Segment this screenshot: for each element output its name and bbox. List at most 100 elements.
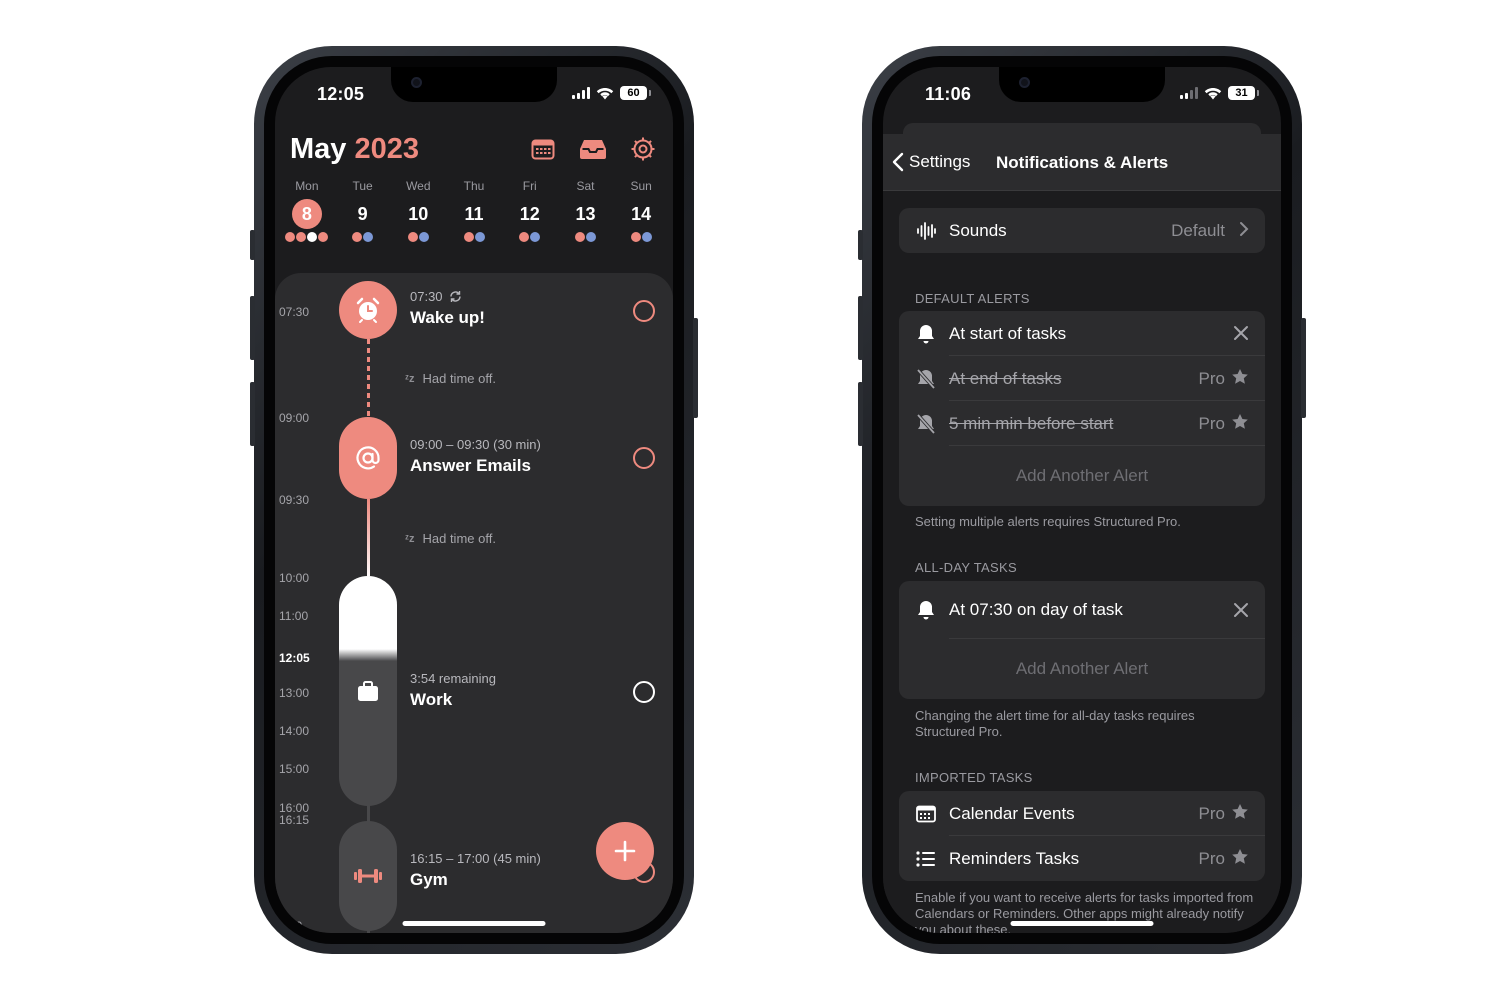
calendar-header: May 2023 Mon 8 Tue 9 Wed 10 Thu 11 Fri 1… <box>275 123 673 273</box>
day-wed[interactable]: Wed 10 <box>390 179 446 242</box>
day-sat[interactable]: Sat 13 <box>558 179 614 242</box>
at-sign-icon <box>356 446 380 470</box>
calendar-grid-icon[interactable] <box>529 135 557 163</box>
camera <box>411 77 422 88</box>
time-label: 10:00 <box>279 571 310 585</box>
default-alerts-footnote: Setting multiple alerts requires Structu… <box>915 514 1181 529</box>
day-name: Fri <box>522 179 537 193</box>
alert-label: At end of tasks <box>949 368 1062 388</box>
add-task-button[interactable] <box>596 822 654 880</box>
list-icon <box>915 850 937 867</box>
day-task-dots <box>613 232 669 242</box>
time-label: 7:00 <box>279 919 303 933</box>
add-alert-label: Add Another Alert <box>1015 466 1149 485</box>
day-mon[interactable]: Mon 8 <box>279 179 335 242</box>
alert-label: At 07:30 on day of task <box>949 600 1123 619</box>
sounds-group: Sounds Default <box>899 208 1265 253</box>
task-icon-wake-up[interactable] <box>339 281 397 339</box>
task-complete-checkbox[interactable] <box>633 681 655 703</box>
task-time: 09:00 – 09:30 (30 min) <box>410 437 541 452</box>
task-icon-gym[interactable] <box>339 821 397 931</box>
notch <box>999 67 1165 102</box>
task-work[interactable]: 3:54 remaining Work <box>410 671 496 710</box>
pro-badge: Pro <box>1198 848 1225 868</box>
sounds-label: Sounds <box>949 220 1007 240</box>
task-time: 07:30 <box>410 289 485 304</box>
remove-alert-icon[interactable] <box>1233 602 1249 618</box>
task-complete-checkbox[interactable] <box>633 300 655 322</box>
remove-alert-icon[interactable] <box>1233 325 1249 341</box>
task-time: 16:15 – 17:00 (45 min) <box>410 851 541 866</box>
status-time: 12:05 <box>317 84 365 104</box>
alert-row[interactable]: At end of tasks Pro <box>899 356 1265 401</box>
volume-down-button <box>250 382 255 446</box>
star-icon <box>1232 804 1248 819</box>
screen-notification-settings: 11:06 31 Settings Notifications & Alerts <box>883 67 1281 933</box>
back-label: Settings <box>909 152 971 171</box>
battery-icon: 60 <box>620 86 651 100</box>
time-off-text: Had time off. <box>422 371 496 386</box>
task-icon-work[interactable] <box>339 576 397 806</box>
camera <box>1019 77 1030 88</box>
section-title-imported: IMPORTED TASKS <box>915 770 1033 785</box>
day-name: Thu <box>463 179 485 193</box>
day-number: 8 <box>291 199 322 229</box>
alert-row[interactable]: 5 min min before start Pro <box>899 401 1265 446</box>
inbox-icon[interactable] <box>579 135 607 163</box>
volume-up-button <box>250 296 255 360</box>
add-alert-button[interactable]: Add Another Alert <box>899 446 1265 506</box>
day-thu[interactable]: Thu 11 <box>446 179 502 242</box>
import-label: Calendar Events <box>949 803 1075 823</box>
home-indicator[interactable] <box>402 921 546 926</box>
add-alert-button[interactable]: Add Another Alert <box>899 639 1265 699</box>
alarm-clock-icon <box>356 297 380 323</box>
task-complete-checkbox[interactable] <box>633 447 655 469</box>
signal-icon <box>1180 87 1198 99</box>
volume-down-button <box>858 382 863 446</box>
imported-footnote: Enable if you want to receive alerts for… <box>915 890 1254 933</box>
day-number: 10 <box>408 204 429 224</box>
time-off-text: Had time off. <box>422 531 496 546</box>
task-icon-answer-emails[interactable] <box>339 417 397 499</box>
day-name: Sun <box>630 179 652 193</box>
progress-fill <box>339 576 397 659</box>
settings-list[interactable]: Sounds Default DEFAULT ALERTS At start o… <box>883 191 1281 933</box>
bell-icon <box>915 600 937 620</box>
alert-row[interactable]: At start of tasks <box>899 311 1265 356</box>
back-button[interactable]: Settings <box>891 152 970 172</box>
sounds-row[interactable]: Sounds Default <box>899 208 1265 253</box>
time-label: 16:15 <box>279 813 310 827</box>
task-title: Gym <box>410 870 448 889</box>
day-fri[interactable]: Fri 12 <box>502 179 558 242</box>
gear-icon[interactable] <box>629 135 657 163</box>
month-title[interactable]: May 2023 <box>290 133 419 166</box>
day-name: Mon <box>295 179 319 193</box>
notch <box>391 67 557 102</box>
home-indicator[interactable] <box>1010 921 1154 926</box>
import-row-reminders[interactable]: Reminders Tasks Pro <box>899 836 1265 881</box>
day-number: 11 <box>464 204 484 224</box>
section-title-all-day: ALL-DAY TASKS <box>915 560 1017 575</box>
repeat-icon <box>449 291 461 302</box>
time-label: 14:00 <box>279 724 310 738</box>
task-answer-emails[interactable]: 09:00 – 09:30 (30 min) Answer Emails <box>410 437 541 476</box>
day-task-dots <box>279 232 335 242</box>
day-tue[interactable]: Tue 9 <box>335 179 391 242</box>
task-wake-up[interactable]: 07:30 Wake up! <box>410 289 485 328</box>
day-number: 14 <box>631 204 652 224</box>
signal-icon <box>572 87 590 99</box>
sleep-icon: ᶻz <box>405 532 415 545</box>
day-task-dots <box>335 232 391 242</box>
import-row-calendar[interactable]: Calendar Events Pro <box>899 791 1265 836</box>
alert-label: At start of tasks <box>949 323 1067 343</box>
bell-icon <box>915 324 937 344</box>
alert-row[interactable]: At 07:30 on day of task <box>899 581 1265 639</box>
battery-icon: 31 <box>1228 86 1259 100</box>
status-icons: 31 <box>1180 86 1259 100</box>
task-title: Wake up! <box>410 308 485 327</box>
all-day-group: At 07:30 on day of task Add Another Aler… <box>899 581 1265 699</box>
task-gym[interactable]: 16:15 – 17:00 (45 min) Gym <box>410 851 541 890</box>
day-name: Sat <box>576 179 595 193</box>
day-sun[interactable]: Sun 14 <box>613 179 669 242</box>
time-off-note: ᶻz Had time off. <box>405 531 496 546</box>
